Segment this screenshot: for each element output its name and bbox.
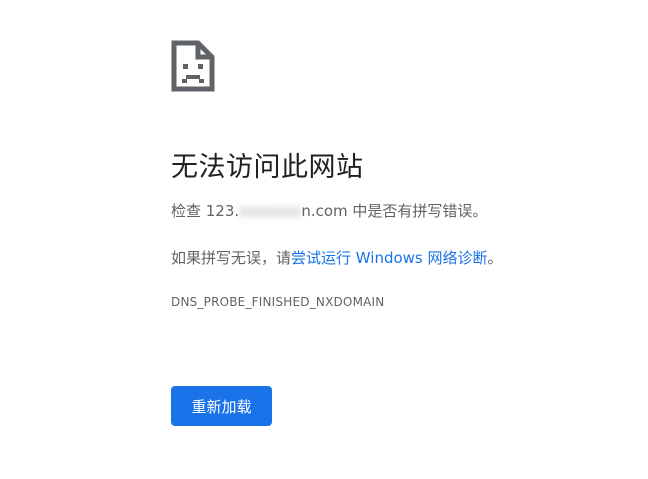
- sad-document-icon: [171, 40, 215, 92]
- network-diagnostics-link[interactable]: 尝试运行 Windows 网络诊断: [291, 249, 488, 267]
- check-suffix: 中是否有拼写错误。: [347, 202, 488, 220]
- blurred-domain: xxxxxxx: [239, 202, 302, 220]
- suggest-prefix: 如果拼写无误，请: [171, 249, 292, 267]
- reload-button[interactable]: 重新加载: [171, 386, 272, 426]
- error-content: 无法访问此网站 检查 123.xxxxxxxn.com 中是否有拼写错误。 如果…: [171, 40, 631, 310]
- error-page: 无法访问此网站 检查 123.xxxxxxxn.com 中是否有拼写错误。 如果…: [0, 0, 648, 479]
- check-prefix: 检查 123.: [171, 202, 240, 220]
- page-title: 无法访问此网站: [171, 152, 364, 183]
- check-domain: n.com: [301, 202, 348, 220]
- suggest-suffix: 。: [487, 249, 503, 267]
- check-spelling-text: 检查 123.xxxxxxxn.com 中是否有拼写错误。: [171, 200, 631, 222]
- suggestion-text: 如果拼写无误，请尝试运行 Windows 网络诊断。: [171, 247, 631, 269]
- error-code: DNS_PROBE_FINISHED_NXDOMAIN: [171, 295, 385, 309]
